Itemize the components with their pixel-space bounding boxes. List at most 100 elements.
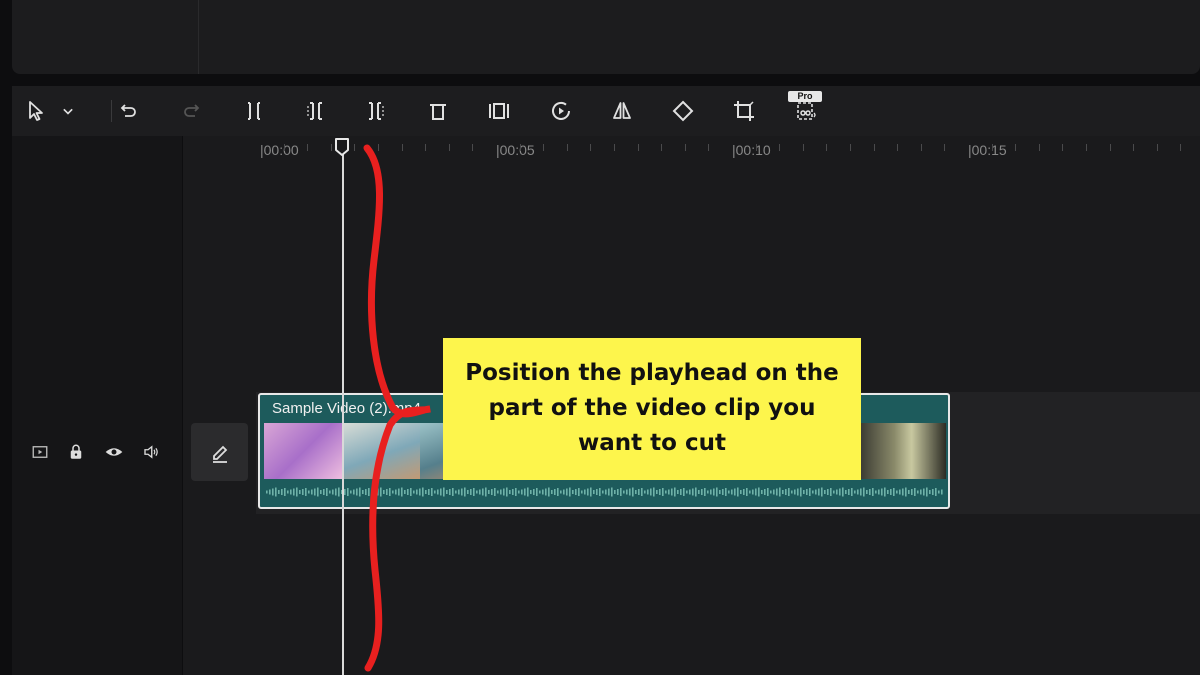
ruler-tick (614, 144, 615, 151)
ruler-tick (897, 144, 899, 151)
waveform-bar (716, 487, 718, 497)
waveform-bar (605, 489, 607, 495)
waveform-bar (632, 487, 634, 497)
waveform-bar (476, 490, 478, 494)
waveform-bar (827, 489, 829, 495)
ruler-tick (1156, 144, 1158, 151)
waveform-bar (272, 488, 274, 496)
freeze-frame-icon (489, 103, 509, 119)
waveform-bar (650, 488, 652, 496)
select-dropdown-button[interactable] (58, 97, 78, 125)
crop-icon (734, 101, 754, 121)
lock-track-button[interactable] (64, 440, 88, 464)
waveform-bar (335, 488, 337, 496)
freeze-frame-button[interactable] (484, 97, 514, 125)
waveform-bar (902, 488, 904, 496)
waveform-bar (893, 488, 895, 496)
waveform-bar (575, 489, 577, 495)
waveform-bar (785, 489, 787, 495)
redo-button[interactable] (176, 97, 206, 125)
waveform-bar (710, 489, 712, 495)
playhead-handle[interactable] (334, 138, 350, 156)
rotate-button[interactable] (668, 97, 698, 125)
ruler-tick (661, 144, 663, 151)
waveform-bar (674, 487, 676, 497)
waveform-bar (866, 490, 868, 494)
ruler-tick (755, 144, 757, 151)
waveform-bar (794, 489, 796, 495)
waveform-bar (440, 488, 442, 496)
trim-left-button[interactable] (300, 97, 330, 125)
waveform-bar (503, 488, 505, 496)
waveform-bar (383, 490, 385, 494)
waveform-bar (548, 487, 550, 497)
waveform-bar (923, 488, 925, 496)
ruler-tick (425, 144, 427, 151)
ruler-tick (1086, 144, 1087, 151)
mute-track-button[interactable] (139, 440, 163, 464)
waveform-bar (413, 490, 415, 494)
undo-button[interactable] (114, 97, 144, 125)
rotate-icon (672, 100, 694, 122)
cutout-pro-button[interactable]: Pro (788, 91, 822, 125)
waveform-bar (485, 487, 487, 497)
waveform-bar (620, 488, 622, 496)
annotation-callout: Position the playhead on the part of the… (443, 338, 861, 480)
audio-waveform (266, 487, 943, 497)
waveform-bar (731, 489, 733, 495)
waveform-bar (677, 490, 679, 494)
waveform-bar (380, 487, 382, 497)
waveform-bar (536, 488, 538, 496)
edit-cover-button[interactable] (191, 423, 248, 481)
waveform-bar (779, 487, 781, 497)
waveform-bar (455, 490, 457, 494)
waveform-bar (932, 489, 934, 495)
waveform-bar (872, 488, 874, 496)
waveform-bar (446, 490, 448, 494)
waveform-bar (527, 487, 529, 497)
waveform-bar (737, 487, 739, 497)
waveform-bar (728, 490, 730, 494)
waveform-bar (458, 489, 460, 495)
waveform-bar (707, 490, 709, 494)
waveform-bar (767, 488, 769, 496)
waveform-bar (878, 489, 880, 495)
waveform-bar (506, 487, 508, 497)
video-track-button[interactable] (28, 440, 52, 464)
waveform-bar (602, 490, 604, 494)
waveform-bar (584, 489, 586, 495)
waveform-bar (755, 488, 757, 496)
ruler-label: |00:00 (260, 142, 299, 158)
waveform-bar (821, 487, 823, 497)
waveform-bar (326, 488, 328, 496)
waveform-bar (560, 490, 562, 494)
waveform-bar (359, 487, 361, 497)
trim-right-icon (369, 102, 384, 120)
waveform-bar (635, 490, 637, 494)
split-button[interactable] (239, 97, 269, 125)
playhead-line[interactable] (342, 140, 344, 675)
waveform-bar (590, 487, 592, 497)
trim-right-button[interactable] (361, 97, 391, 125)
ruler-tick (708, 144, 710, 151)
waveform-bar (488, 490, 490, 494)
hide-track-button[interactable] (102, 440, 126, 464)
waveform-bar (473, 488, 475, 496)
waveform-bar (854, 490, 856, 494)
waveform-bar (797, 488, 799, 496)
ruler-tick (873, 144, 875, 151)
ruler-tick (1038, 144, 1040, 151)
waveform-bar (719, 490, 721, 494)
waveform-bar (524, 488, 526, 496)
delete-button[interactable] (423, 97, 453, 125)
select-tool-button[interactable] (22, 97, 52, 125)
volume-icon (144, 445, 158, 459)
waveform-bar (344, 489, 346, 495)
ruler-tick (637, 144, 639, 151)
ruler-tick (850, 144, 851, 151)
reverse-button[interactable] (546, 97, 576, 125)
waveform-bar (713, 488, 715, 496)
mirror-button[interactable] (607, 97, 637, 125)
waveform-bar (464, 487, 466, 497)
crop-button[interactable] (729, 97, 759, 125)
